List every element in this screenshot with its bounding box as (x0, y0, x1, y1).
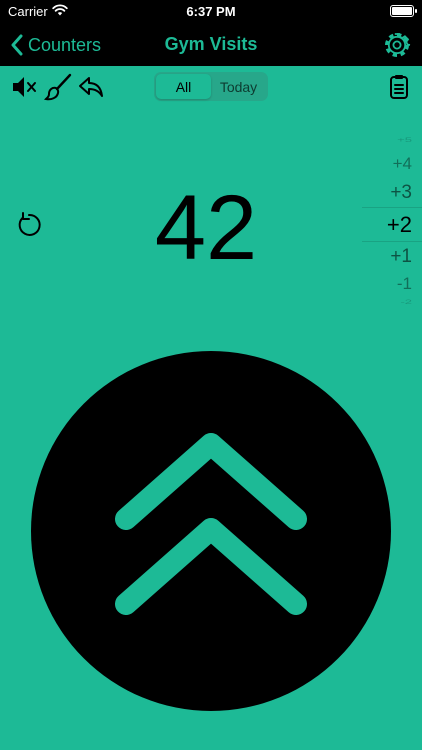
time-filter-segmented-control: All Today (154, 72, 268, 101)
picker-selection-line (362, 241, 422, 242)
picker-option[interactable]: -2 (400, 298, 412, 306)
segment-today[interactable]: Today (211, 74, 266, 99)
picker-selection-line (362, 207, 422, 208)
increment-picker[interactable]: +5 +4 +3 +2 +1 -1 -2 (362, 130, 422, 310)
page-title: Gym Visits (164, 34, 258, 54)
picker-option[interactable]: +5 (397, 136, 412, 144)
double-chevron-up-icon (115, 433, 307, 615)
battery-icon (390, 5, 417, 17)
reset-icon[interactable] (14, 210, 44, 240)
brush-icon[interactable] (44, 72, 74, 102)
gear-icon[interactable] (382, 30, 412, 60)
mute-icon[interactable] (10, 72, 40, 102)
status-time: 6:37 PM (186, 4, 236, 19)
status-bar: Carrier 6:37 PM (0, 0, 422, 24)
undo-icon[interactable] (76, 72, 106, 102)
increment-button[interactable] (31, 351, 391, 711)
picker-option[interactable]: +3 (390, 182, 412, 204)
segment-all[interactable]: All (156, 74, 211, 99)
clipboard-icon[interactable] (384, 72, 414, 102)
navigation-bar: Counters Gym Visits (0, 24, 422, 66)
picker-option-selected[interactable]: +2 (387, 212, 412, 238)
picker-option[interactable]: +1 (390, 246, 412, 268)
picker-option[interactable]: +4 (393, 154, 412, 174)
counter-value: 42 (154, 177, 258, 279)
picker-option[interactable]: -1 (397, 274, 412, 294)
